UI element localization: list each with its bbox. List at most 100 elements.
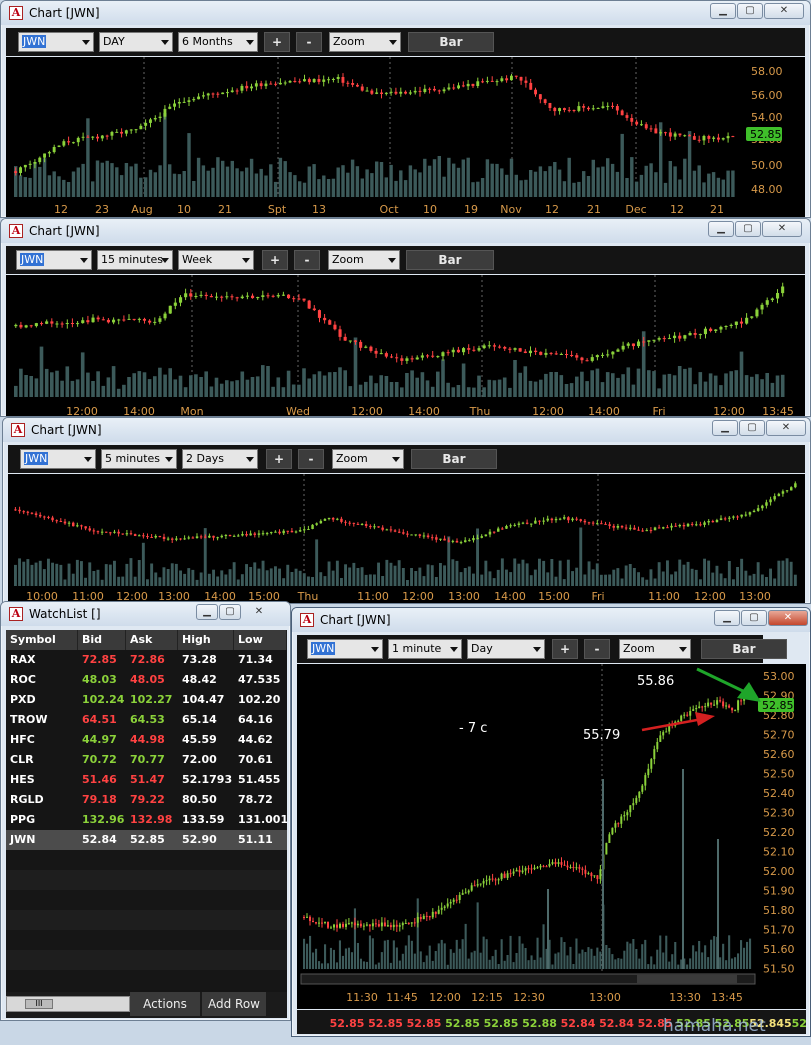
symbol-select[interactable]: JWN bbox=[16, 250, 92, 270]
chart-type-button[interactable]: Bar bbox=[411, 449, 497, 469]
chart-type-button[interactable]: Bar bbox=[701, 639, 787, 659]
maximize-icon[interactable]: ▢ bbox=[219, 604, 241, 620]
table-row[interactable]: TROW 64.51 64.53 65.14 64.16 bbox=[6, 710, 287, 730]
empty-row[interactable] bbox=[6, 950, 287, 970]
range-select[interactable]: 6 Months bbox=[178, 32, 258, 52]
candle-body bbox=[693, 333, 697, 335]
add-row-button[interactable]: Add Row bbox=[202, 992, 266, 1016]
minimize-icon[interactable]: ▁ bbox=[710, 3, 736, 19]
zoom-in-button[interactable]: + bbox=[552, 639, 578, 659]
symbol-select[interactable]: JWN bbox=[20, 449, 96, 469]
zoom-out-button[interactable]: - bbox=[294, 250, 320, 270]
minimize-icon[interactable]: ▁ bbox=[196, 604, 218, 620]
zoom-select[interactable]: Zoom bbox=[328, 250, 400, 270]
table-row[interactable]: PXD 102.24 102.27 104.47 102.20 bbox=[6, 690, 287, 710]
table-row[interactable]: RAX 72.85 72.86 73.28 71.34 bbox=[6, 650, 287, 670]
title-bar[interactable]: A Chart [JWN] ▁ ▢ ✕ bbox=[1, 219, 810, 243]
volume-bar bbox=[572, 964, 575, 969]
volume-bar bbox=[521, 943, 524, 969]
close-icon[interactable]: ✕ bbox=[762, 221, 802, 237]
column-header-symbol[interactable]: Symbol bbox=[6, 630, 78, 650]
price-chart[interactable]: 53.00 52.90 52.80 52.70 52.60 52.50 52.40 52.30… bbox=[297, 664, 806, 1009]
chart-type-button[interactable]: Bar bbox=[408, 32, 494, 52]
maximize-icon[interactable]: ▢ bbox=[735, 221, 761, 237]
table-row[interactable]: JWN 52.84 52.85 52.90 51.11 bbox=[6, 830, 287, 850]
title-bar[interactable]: A Chart [JWN] ▁ ▢ ✕ bbox=[1, 1, 810, 25]
period-select[interactable]: 5 minutes bbox=[101, 449, 177, 469]
candle-body bbox=[400, 358, 404, 361]
title-bar[interactable]: A Chart [JWN] ▁ ▢ ✕ bbox=[3, 418, 810, 442]
zoom-in-button[interactable]: + bbox=[266, 449, 292, 469]
x-tick-label: 12:30 bbox=[513, 991, 545, 1004]
empty-row[interactable] bbox=[6, 910, 287, 930]
maximize-icon[interactable]: ▢ bbox=[737, 3, 763, 19]
minimize-icon[interactable]: ▁ bbox=[712, 420, 738, 436]
volume-bar bbox=[477, 375, 481, 397]
horizontal-scrollbar[interactable]: III bbox=[6, 996, 130, 1012]
period-select[interactable]: DAY bbox=[99, 32, 173, 52]
empty-row[interactable] bbox=[6, 850, 287, 870]
column-header-high[interactable]: High bbox=[178, 630, 234, 650]
close-icon[interactable]: ✕ bbox=[766, 420, 806, 436]
title-bar[interactable]: A WatchList [] ▁ ▢ ✕ bbox=[1, 602, 290, 626]
volume-bar bbox=[546, 572, 550, 586]
volume-bar bbox=[321, 963, 324, 969]
chart-toolbar: JWN 1 minute Day + - Zoom Bar bbox=[297, 635, 787, 663]
volume-bar bbox=[637, 572, 640, 586]
table-row[interactable]: HES 51.46 51.47 52.1793 51.455 bbox=[6, 770, 287, 790]
table-row[interactable]: ROC 48.03 48.05 48.42 47.535 bbox=[6, 670, 287, 690]
candle-body bbox=[623, 815, 626, 817]
zoom-select[interactable]: Zoom bbox=[619, 639, 691, 659]
column-header-ask[interactable]: Ask bbox=[126, 630, 178, 650]
close-icon[interactable]: ✕ bbox=[768, 610, 808, 626]
empty-row[interactable] bbox=[6, 930, 287, 950]
empty-row[interactable] bbox=[6, 870, 287, 890]
volume-bar bbox=[456, 167, 461, 197]
maximize-icon[interactable]: ▢ bbox=[739, 420, 765, 436]
minimize-icon[interactable]: ▁ bbox=[714, 610, 740, 626]
x-tick-label: 11:00 bbox=[357, 590, 389, 603]
maximize-icon[interactable]: ▢ bbox=[741, 610, 767, 626]
empty-row[interactable] bbox=[6, 970, 287, 990]
volume-bar bbox=[528, 380, 533, 397]
period-select[interactable]: 1 minute bbox=[388, 639, 462, 659]
actions-button[interactable]: Actions bbox=[130, 992, 200, 1016]
price-chart[interactable]: 10:00 11:00 12:00 13:00 14:00 15:00 Thu 11:00 12… bbox=[8, 474, 805, 603]
zoom-in-button[interactable]: + bbox=[264, 32, 290, 52]
chart-type-button[interactable]: Bar bbox=[406, 250, 494, 270]
zoom-out-button[interactable]: - bbox=[584, 639, 610, 659]
range-select[interactable]: Week bbox=[178, 250, 254, 270]
price-chart[interactable]: 12:00 14:00 Mon Wed 12:00 14:00 Thu 12:00 14:00 F… bbox=[6, 275, 805, 416]
symbol-select[interactable]: JWN bbox=[18, 32, 94, 52]
title-bar[interactable]: A Chart [JWN] ▁ ▢ ✕ bbox=[292, 608, 810, 632]
minimize-icon[interactable]: ▁ bbox=[708, 221, 734, 237]
volume-bar bbox=[604, 574, 607, 586]
zoom-out-button[interactable]: - bbox=[296, 32, 322, 52]
zoom-select[interactable]: Zoom bbox=[332, 449, 404, 469]
table-row[interactable]: RGLD 79.18 79.22 80.50 78.72 bbox=[6, 790, 287, 810]
candle-body bbox=[365, 90, 369, 92]
column-header-low[interactable]: Low bbox=[234, 630, 287, 650]
high-cell: 104.47 bbox=[182, 693, 225, 706]
symbol-cell: TROW bbox=[10, 713, 48, 726]
column-header-bid[interactable]: Bid bbox=[78, 630, 126, 650]
scroll-thumb[interactable]: III bbox=[25, 999, 53, 1009]
volume-bar bbox=[34, 562, 38, 586]
symbol-select[interactable]: JWN bbox=[307, 639, 383, 659]
table-row[interactable]: HFC 44.97 44.98 45.59 44.62 bbox=[6, 730, 287, 750]
volume-bar bbox=[542, 924, 545, 969]
close-icon[interactable]: ✕ bbox=[242, 604, 276, 620]
candle-body bbox=[567, 109, 571, 111]
price-chart[interactable]: 58.0056.0054.0052.0050.0048.0052.851223A… bbox=[6, 57, 805, 217]
table-row[interactable]: PPG 132.96 132.98 133.59 131.001 bbox=[6, 810, 287, 830]
close-icon[interactable]: ✕ bbox=[764, 3, 804, 19]
zoom-select[interactable]: Zoom bbox=[329, 32, 401, 52]
period-select[interactable]: 15 minutes bbox=[97, 250, 173, 270]
empty-row[interactable] bbox=[6, 890, 287, 910]
zoom-in-button[interactable]: + bbox=[262, 250, 288, 270]
table-row[interactable]: CLR 70.72 70.77 72.00 70.61 bbox=[6, 750, 287, 770]
range-select[interactable]: 2 Days bbox=[182, 449, 258, 469]
range-select[interactable]: Day bbox=[467, 639, 545, 659]
volume-bar bbox=[447, 157, 451, 197]
zoom-out-button[interactable]: - bbox=[298, 449, 324, 469]
